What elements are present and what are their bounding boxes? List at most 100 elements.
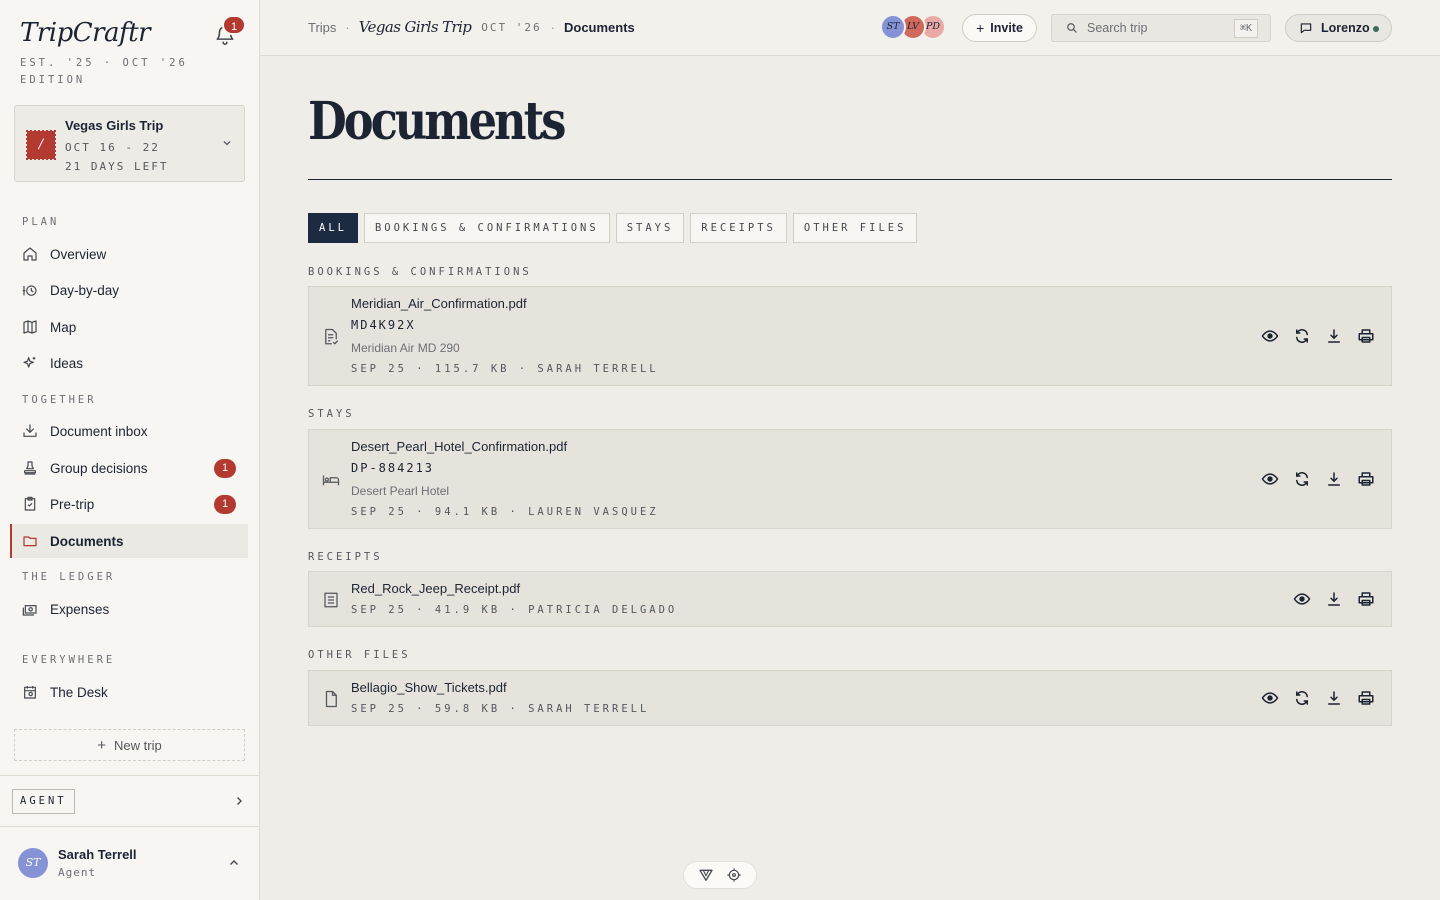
list-item[interactable]: Red_Rock_Jeep_Receipt.pdf SEP 25 · 41.9 … <box>308 571 1392 627</box>
file-actions <box>1261 470 1375 488</box>
eye-icon[interactable] <box>1293 590 1311 608</box>
file-actions <box>1261 689 1375 707</box>
sidebar: TripCraftr EST. '25 · OCT '26 EDITION 1 … <box>0 0 260 900</box>
plus-icon: + <box>976 20 985 36</box>
refresh-icon[interactable] <box>1293 689 1311 707</box>
file-meta: SEP 25 · 41.9 KB · PATRICIA DELGADO <box>351 604 678 616</box>
tab-all[interactable]: ALL <box>308 213 358 243</box>
main-content: Documents ALL BOOKINGS & CONFIRMATIONS S… <box>260 57 1440 900</box>
chevron-up-icon[interactable] <box>228 858 240 868</box>
file-name[interactable]: Bellagio_Show_Tickets.pdf <box>351 680 507 695</box>
sidebar-item-documents[interactable]: Documents <box>10 524 248 558</box>
sidebar-item-overview[interactable]: Overview <box>10 237 248 271</box>
print-icon[interactable] <box>1357 327 1375 345</box>
download-icon[interactable] <box>1325 327 1343 345</box>
search-input[interactable]: Search trip ⌘K <box>1051 14 1271 42</box>
group-label-receipts: RECEIPTS <box>308 551 383 563</box>
sidebar-item-document-inbox[interactable]: Document inbox <box>10 414 248 448</box>
sidebar-item-label: Overview <box>50 246 107 262</box>
print-icon[interactable] <box>1357 590 1375 608</box>
print-icon[interactable] <box>1357 470 1375 488</box>
edition-tagline: EST. '25 · OCT '26 EDITION <box>20 57 188 86</box>
sidebar-item-expenses[interactable]: Expenses <box>10 592 248 626</box>
section-label-together: TOGETHER <box>22 394 97 406</box>
target-icon[interactable] <box>726 867 742 883</box>
eye-icon[interactable] <box>1261 470 1279 488</box>
filter-tabs: ALL BOOKINGS & CONFIRMATIONS STAYS RECEI… <box>308 213 918 243</box>
sidebar-item-day-by-day[interactable]: Day-by-day <box>10 273 248 307</box>
user-role: Agent <box>58 866 97 879</box>
sidebar-item-label: Documents <box>50 533 124 549</box>
sidebar-item-the-desk[interactable]: The Desk <box>10 675 248 709</box>
inbox-download-icon <box>22 423 38 439</box>
print-icon[interactable] <box>1357 689 1375 707</box>
eye-icon[interactable] <box>1261 689 1279 707</box>
user-button-label: Lorenzo <box>1321 21 1370 35</box>
refresh-icon[interactable] <box>1293 327 1311 345</box>
sidebar-item-pre-trip[interactable]: Pre-trip 1 <box>10 487 248 521</box>
trip-days-left: 21 DAYS LEFT <box>65 160 169 173</box>
confirmation-code: DP-884213 <box>351 461 435 475</box>
breadcrumb-trip[interactable]: Vegas Girls Trip <box>359 18 472 36</box>
file-check-icon <box>322 328 340 346</box>
file-name[interactable]: Meridian_Air_Confirmation.pdf <box>351 296 527 311</box>
breadcrumb-current: Documents <box>564 19 635 35</box>
receipt-icon <box>322 591 340 609</box>
chevron-right-icon[interactable] <box>234 795 244 807</box>
top-bar: Trips · Vegas Girls Trip OCT '26 · Docum… <box>260 0 1440 56</box>
search-shortcut: ⌘K <box>1233 19 1258 38</box>
member-avatars[interactable]: ST LV PD <box>880 14 950 42</box>
user-name: Sarah Terrell <box>58 847 137 862</box>
sidebar-item-label: Map <box>50 319 77 335</box>
group-label-stays: STAYS <box>308 408 355 420</box>
download-icon[interactable] <box>1325 590 1343 608</box>
sidebar-item-label: Group decisions <box>50 460 148 476</box>
file-icon <box>322 690 340 708</box>
chat-bubble-icon <box>1299 21 1313 35</box>
file-name[interactable]: Desert_Pearl_Hotel_Confirmation.pdf <box>351 439 567 454</box>
invite-button[interactable]: + Invite <box>962 14 1037 42</box>
sidebar-item-label: Day-by-day <box>50 282 120 298</box>
download-icon[interactable] <box>1325 689 1343 707</box>
list-item[interactable]: Meridian_Air_Confirmation.pdf MD4K92X Me… <box>308 286 1392 386</box>
new-trip-button[interactable]: + New trip <box>14 729 245 761</box>
group-decisions-badge: 1 <box>214 459 236 478</box>
eye-icon[interactable] <box>1261 327 1279 345</box>
trip-switcher[interactable]: / Vegas Girls Trip OCT 16 - 22 21 DAYS L… <box>14 105 245 182</box>
breadcrumb-separator: · <box>550 19 555 35</box>
search-icon <box>1066 22 1078 34</box>
breadcrumb: Trips · Vegas Girls Trip OCT '26 · Docum… <box>308 18 635 36</box>
sidebar-item-map[interactable]: Map <box>10 310 248 344</box>
tab-other-files[interactable]: OTHER FILES <box>792 213 918 243</box>
sidebar-item-label: Pre-trip <box>50 496 95 512</box>
invite-label: Invite <box>990 21 1023 35</box>
sidebar-item-ideas[interactable]: Ideas <box>10 346 248 380</box>
breadcrumb-separator: · <box>345 19 350 35</box>
avatar[interactable]: ST <box>18 848 48 878</box>
brand-logo[interactable]: TripCraftr <box>20 18 151 48</box>
refresh-icon[interactable] <box>1293 470 1311 488</box>
divider <box>0 826 259 827</box>
chat-user-button[interactable]: Lorenzo <box>1285 14 1392 42</box>
file-name[interactable]: Red_Rock_Jeep_Receipt.pdf <box>351 581 520 596</box>
vercel-toolbar-icon[interactable] <box>698 867 714 883</box>
list-item[interactable]: Bellagio_Show_Tickets.pdf SEP 25 · 59.8 … <box>308 670 1392 726</box>
sparkles-icon <box>22 355 38 371</box>
tab-receipts[interactable]: RECEIPTS <box>690 213 787 243</box>
trip-date-range: OCT 16 - 22 <box>65 141 160 154</box>
tab-bookings-confirmations[interactable]: BOOKINGS & CONFIRMATIONS <box>363 213 610 243</box>
tab-stays[interactable]: STAYS <box>615 213 685 243</box>
list-item[interactable]: Desert_Pearl_Hotel_Confirmation.pdf DP-8… <box>308 429 1392 529</box>
map-icon <box>22 319 38 335</box>
agent-panel-toggle[interactable]: AGENT <box>12 789 75 814</box>
avatar[interactable]: ST <box>880 14 906 40</box>
breadcrumb-trips[interactable]: Trips <box>308 20 336 35</box>
title-divider <box>308 179 1392 180</box>
group-label-other-files: OTHER FILES <box>308 649 411 661</box>
file-meta: SEP 25 · 59.8 KB · SARAH TERRELL <box>351 703 650 715</box>
sidebar-item-group-decisions[interactable]: Group decisions 1 <box>10 451 248 485</box>
folder-icon <box>22 533 38 549</box>
download-icon[interactable] <box>1325 470 1343 488</box>
pre-trip-badge: 1 <box>214 495 236 514</box>
plus-icon: + <box>97 736 107 754</box>
